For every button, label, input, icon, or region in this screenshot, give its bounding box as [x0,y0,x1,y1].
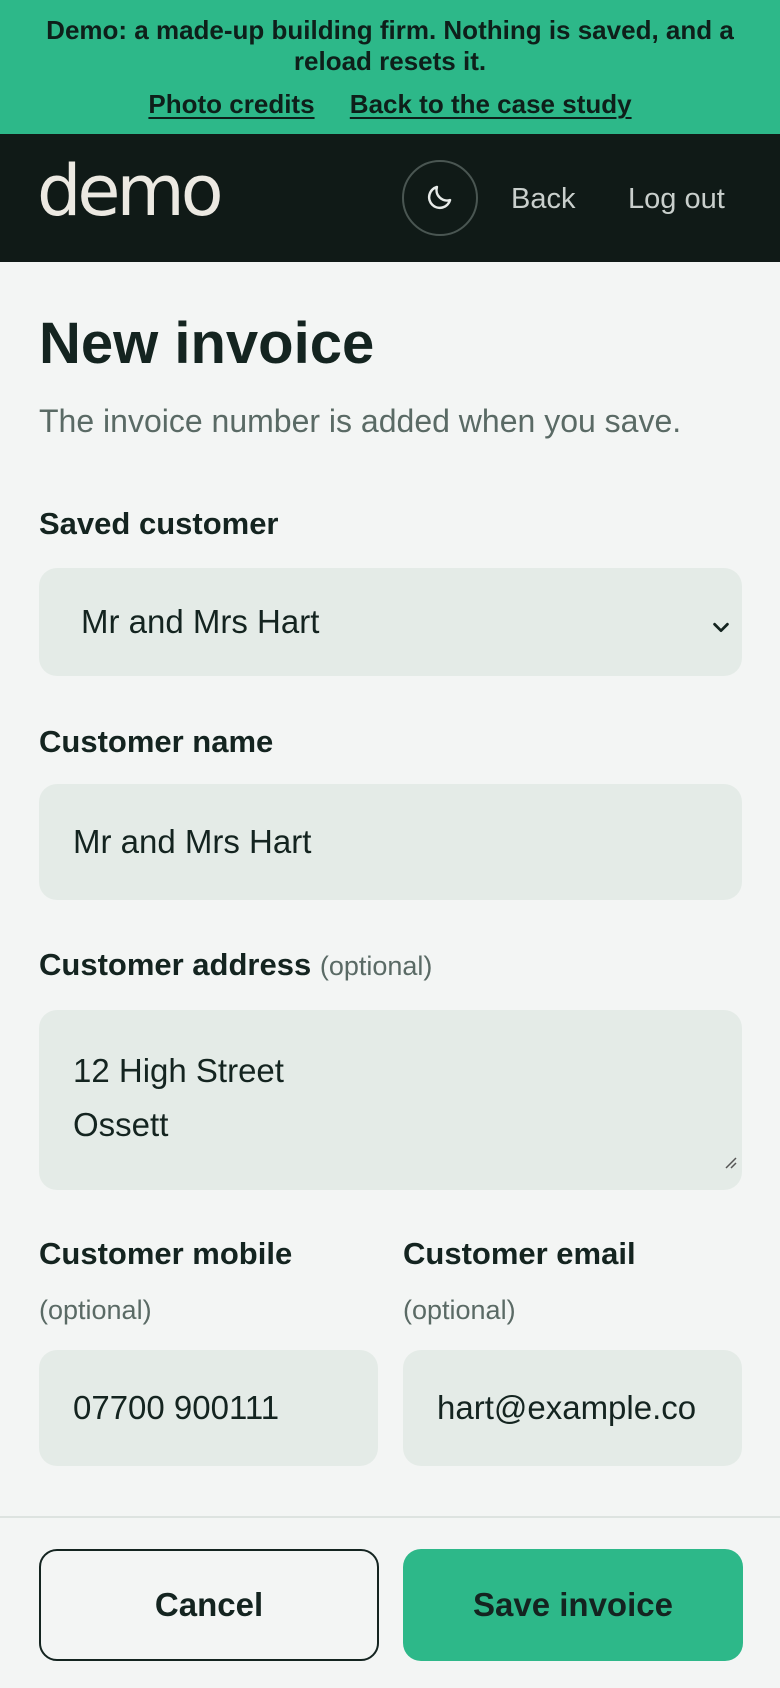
back-link[interactable]: Back [511,182,575,216]
save-invoice-button[interactable]: Save invoice [403,1549,743,1661]
customer-address-label: Customer address (optional) [39,947,432,984]
cancel-button[interactable]: Cancel [39,1549,379,1661]
customer-email-optional: (optional) [403,1295,516,1325]
logo[interactable]: demo [37,156,224,226]
customer-address-line2: Ossett [73,1106,169,1143]
page-subtitle: The invoice number is added when you sav… [39,403,682,439]
customer-address-line1: 12 High Street [73,1052,284,1089]
customer-mobile-input[interactable]: 07700 900111 [39,1350,378,1466]
app-header: demo Back Log out [0,134,780,262]
customer-mobile-optional: (optional) [39,1295,152,1325]
customer-mobile-label: Customer mobile [39,1236,293,1271]
log-out-link[interactable]: Log out [628,182,725,216]
form-actions-bar: Cancel Save invoice [0,1516,780,1688]
demo-banner-message: Demo: a made-up building firm. Nothing i… [46,15,734,76]
customer-name-label: Customer name [39,724,274,759]
demo-banner: Demo: a made-up building firm. Nothing i… [0,0,780,134]
customer-address-textarea[interactable]: 12 High Street Ossett [39,1010,742,1190]
customer-email-label: Customer email [403,1236,636,1271]
customer-address-label-text: Customer address [39,947,312,982]
chevron-down-icon [710,608,732,646]
page-title: New invoice [39,311,375,376]
customer-email-value: hart@example.co [437,1389,697,1426]
customer-name-value: Mr and Mrs Hart [73,823,312,860]
saved-customer-select[interactable]: Mr and Mrs Hart [39,568,742,676]
moon-icon [425,182,455,215]
customer-name-input[interactable]: Mr and Mrs Hart [39,784,742,900]
saved-customer-label: Saved customer [39,506,279,541]
theme-toggle-button[interactable] [402,160,478,236]
customer-email-input[interactable]: hart@example.co [403,1350,742,1466]
demo-banner-links: Photo credits Back to the case study [0,89,780,120]
back-to-case-study-link[interactable]: Back to the case study [350,89,632,119]
photo-credits-link[interactable]: Photo credits [148,89,314,119]
customer-address-optional: (optional) [319,951,433,981]
customer-mobile-value: 07700 900111 [73,1389,280,1426]
resize-handle-icon[interactable] [720,1132,738,1186]
saved-customer-value: Mr and Mrs Hart [81,603,320,640]
